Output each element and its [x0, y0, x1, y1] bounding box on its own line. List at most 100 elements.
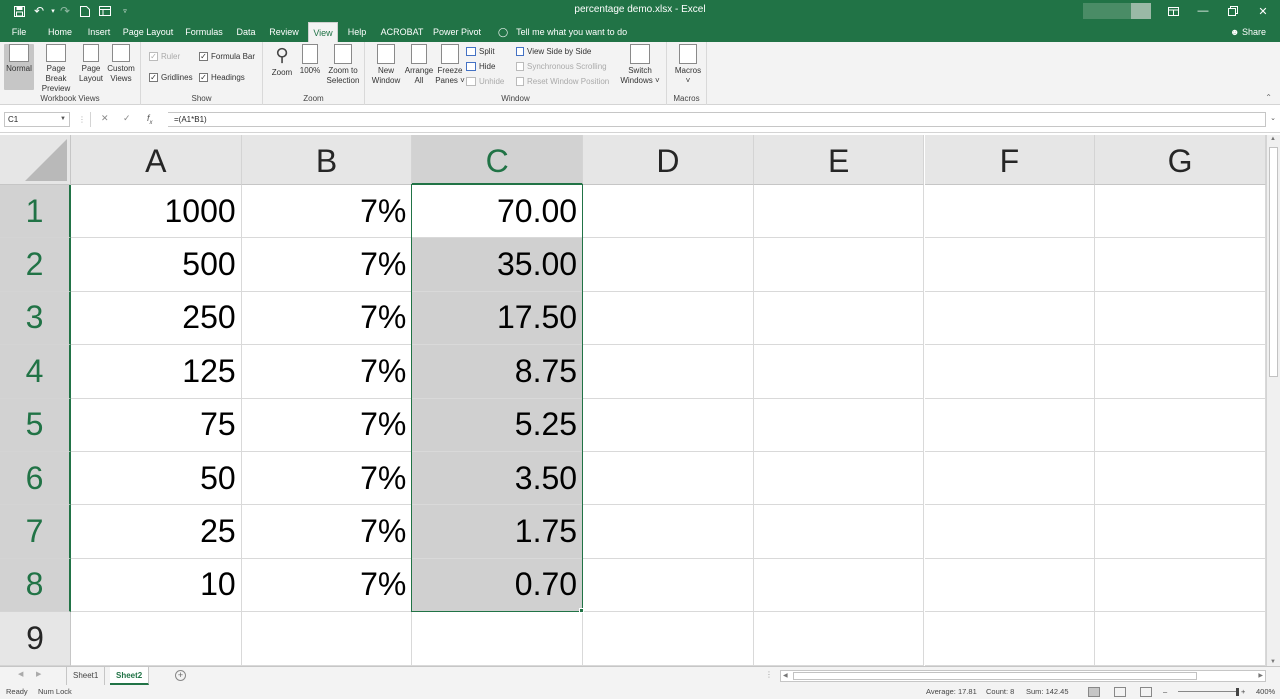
row-header-3[interactable]: 3 — [0, 291, 71, 346]
cell-c9[interactable] — [412, 612, 584, 666]
cell-g8[interactable] — [1095, 558, 1266, 613]
row-header-9[interactable]: 9 — [0, 612, 71, 666]
cell-d5[interactable] — [583, 398, 754, 452]
zoom-button[interactable]: ⚲ Zoom — [269, 44, 295, 78]
insert-function-icon[interactable]: fx — [147, 113, 153, 126]
cell-e9[interactable] — [753, 612, 925, 666]
add-sheet-icon[interactable]: + — [175, 670, 186, 681]
cell-g4[interactable] — [1095, 345, 1266, 399]
sheet-tab-sheet1[interactable]: Sheet1 — [66, 667, 106, 685]
hide-button[interactable]: Hide — [466, 62, 495, 71]
avatar[interactable] — [1131, 3, 1151, 19]
cell-d7[interactable] — [583, 505, 754, 559]
normal-view-button[interactable]: Normal — [4, 44, 34, 90]
vertical-scrollbar[interactable]: ▲ ▼ — [1266, 135, 1280, 666]
cell-g9[interactable] — [1095, 612, 1266, 666]
tab-review[interactable]: Review — [268, 22, 300, 42]
cell-d8[interactable] — [583, 558, 754, 613]
cell-a7[interactable]: 25 — [71, 505, 242, 559]
cell-f8[interactable] — [924, 558, 1096, 613]
cell-f6[interactable] — [924, 452, 1096, 506]
cell-c8[interactable]: 0.70 — [412, 558, 584, 613]
cell-b2[interactable]: 7% — [241, 238, 413, 292]
cell-b1[interactable]: 7% — [241, 185, 413, 239]
row-header-8[interactable]: 8 — [0, 558, 71, 613]
cell-c1[interactable]: 70.00 — [412, 185, 584, 239]
zoom-100-button[interactable]: 100% — [297, 44, 323, 76]
row-header-1[interactable]: 1 — [0, 185, 71, 239]
cell-a2[interactable]: 500 — [71, 238, 242, 292]
reset-window-position-button[interactable]: Reset Window Position — [516, 77, 609, 86]
cell-f4[interactable] — [924, 345, 1096, 399]
cell-g7[interactable] — [1095, 505, 1266, 559]
zoom-in-icon[interactable]: + — [1241, 687, 1245, 696]
cell-a3[interactable]: 250 — [71, 291, 242, 346]
status-sum[interactable]: Sum: 142.45 — [1026, 687, 1069, 696]
page-break-status-icon[interactable] — [1140, 687, 1152, 697]
zoom-out-icon[interactable]: – — [1163, 687, 1167, 696]
select-all-corner[interactable] — [0, 135, 71, 185]
normal-view-status-icon[interactable] — [1088, 687, 1100, 697]
cell-e5[interactable] — [753, 398, 925, 452]
cell-g3[interactable] — [1095, 291, 1266, 346]
tab-splitter-icon[interactable]: ⋮ — [765, 670, 773, 679]
cell-c3[interactable]: 17.50 — [412, 291, 584, 346]
close-icon[interactable]: ✕ — [1248, 2, 1278, 20]
column-header-g[interactable]: G — [1095, 135, 1266, 185]
name-box-dropdown-icon[interactable]: ▼ — [60, 113, 66, 126]
arrange-all-button[interactable]: Arrange All — [403, 44, 435, 86]
tab-home[interactable]: Home — [44, 22, 76, 42]
share-button[interactable]: ☻ Share — [1230, 22, 1266, 42]
cell-b5[interactable]: 7% — [241, 398, 413, 452]
formula-bar-checkbox[interactable]: ✓ Formula Bar — [199, 52, 255, 61]
row-header-2[interactable]: 2 — [0, 238, 71, 292]
worksheet-grid[interactable]: A B C D E F G 1 1000 7% 70.00 2 500 7% 35.00 3 250 7% 17.5… — [0, 135, 1266, 666]
cell-c5[interactable]: 5.25 — [412, 398, 584, 452]
cell-f7[interactable] — [924, 505, 1096, 559]
cell-b6[interactable]: 7% — [241, 452, 413, 506]
ruler-checkbox[interactable]: ✓ Ruler — [149, 52, 180, 61]
cell-a1[interactable]: 1000 — [71, 185, 242, 239]
freeze-panes-button[interactable]: Freeze Panes ˅ — [435, 44, 465, 86]
row-header-5[interactable]: 5 — [0, 398, 71, 452]
cell-e7[interactable] — [753, 505, 925, 559]
cell-b4[interactable]: 7% — [241, 345, 413, 399]
cell-d2[interactable] — [583, 238, 754, 292]
column-header-f[interactable]: F — [924, 135, 1096, 185]
cell-e1[interactable] — [753, 185, 925, 239]
column-header-d[interactable]: D — [583, 135, 754, 185]
column-header-b[interactable]: B — [241, 135, 413, 185]
switch-windows-button[interactable]: Switch Windows ˅ — [619, 44, 661, 86]
cell-f9[interactable] — [924, 612, 1096, 666]
tab-acrobat[interactable]: ACROBAT — [380, 22, 424, 42]
headings-checkbox[interactable]: ✓ Headings — [199, 73, 245, 82]
cancel-icon[interactable]: ✕ — [101, 113, 109, 124]
page-break-preview-button[interactable]: Page Break Preview — [36, 44, 76, 94]
page-layout-view-button[interactable]: Page Layout — [78, 44, 104, 84]
gridlines-checkbox[interactable]: ✓ Gridlines — [149, 73, 193, 82]
scroll-right-icon[interactable]: ▶ — [1258, 672, 1263, 679]
cell-b7[interactable]: 7% — [241, 505, 413, 559]
row-header-4[interactable]: 4 — [0, 345, 71, 399]
tell-me-search[interactable]: ◯ Tell me what you want to do — [498, 22, 627, 42]
scroll-up-icon[interactable]: ▲ — [1270, 136, 1276, 142]
formula-input[interactable]: =(A1*B1) — [168, 112, 1266, 127]
cell-d3[interactable] — [583, 291, 754, 346]
view-side-by-side-button[interactable]: View Side by Side — [516, 47, 591, 56]
horizontal-scroll-thumb[interactable] — [793, 672, 1197, 680]
cell-d6[interactable] — [583, 452, 754, 506]
cell-g6[interactable] — [1095, 452, 1266, 506]
cell-a9[interactable] — [71, 612, 242, 666]
zoom-to-selection-button[interactable]: Zoom to Selection — [325, 44, 361, 86]
zoom-level[interactable]: 400% — [1256, 687, 1275, 696]
page-layout-status-icon[interactable] — [1114, 687, 1126, 697]
cell-b9[interactable] — [241, 612, 413, 666]
tab-help[interactable]: Help — [344, 22, 370, 42]
cell-f2[interactable] — [924, 238, 1096, 292]
cell-a8[interactable]: 10 — [71, 558, 242, 613]
cell-b8[interactable]: 7% — [241, 558, 413, 613]
minimize-icon[interactable]: — — [1188, 2, 1218, 20]
cell-e4[interactable] — [753, 345, 925, 399]
scroll-down-icon[interactable]: ▼ — [1270, 659, 1276, 665]
row-header-6[interactable]: 6 — [0, 452, 71, 506]
